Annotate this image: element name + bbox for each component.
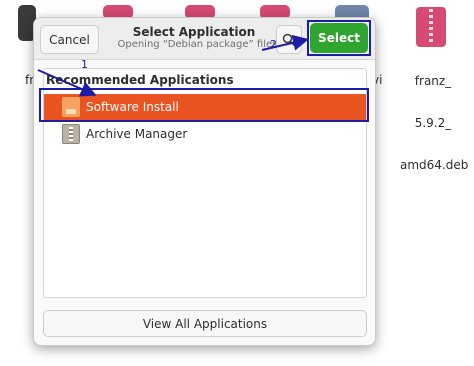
annotation-arrows	[37, 34, 309, 97]
arrow-step-1	[37, 69, 97, 97]
arrow-step-2	[261, 34, 309, 51]
